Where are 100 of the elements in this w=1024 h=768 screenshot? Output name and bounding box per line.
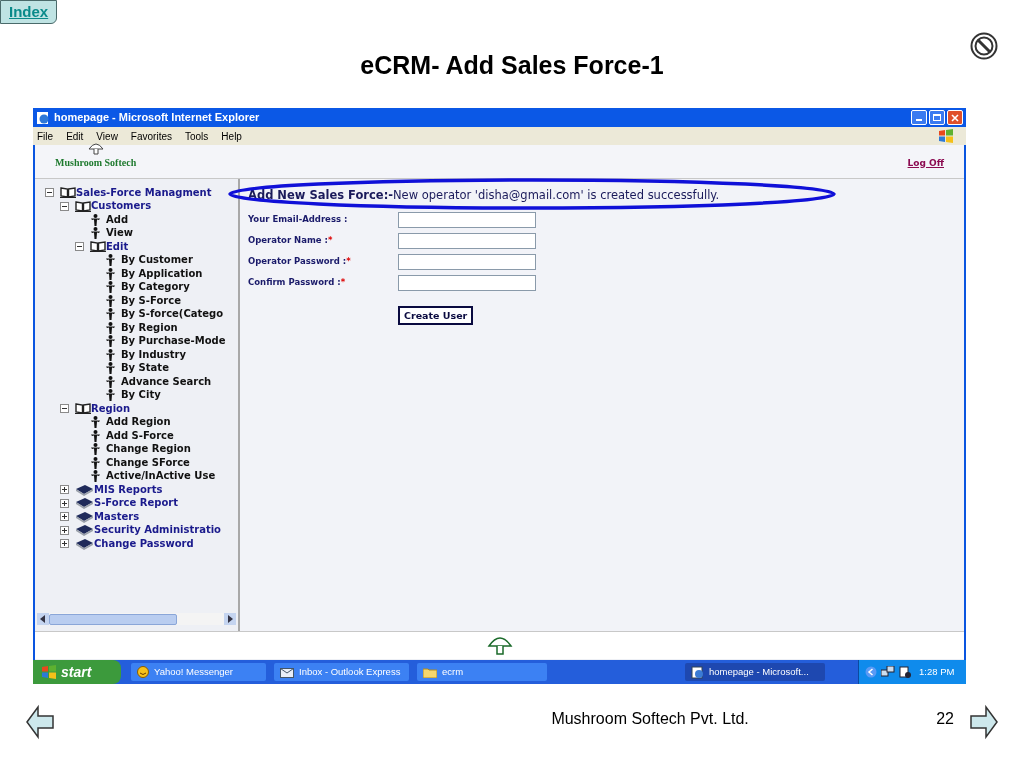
tray-arrow-icon[interactable] (865, 666, 877, 678)
tree-item[interactable]: Change SForce (106, 457, 190, 468)
scroll-right-icon[interactable] (227, 615, 233, 623)
close-button[interactable] (947, 110, 963, 125)
tree-item[interactable]: Advance Search (121, 376, 212, 387)
tree-item[interactable]: By Category (121, 282, 190, 293)
status-message: Add New Sales Force:-New operator 'disha@gmail.com' is created successfully. (248, 187, 720, 204)
envelope-icon (280, 666, 294, 678)
no-entry-icon[interactable] (970, 32, 998, 60)
person-icon (105, 362, 116, 375)
person-icon (105, 294, 116, 307)
field-label: Confirm Password :* (248, 276, 347, 290)
horizontal-scrollbar[interactable] (37, 613, 236, 625)
open-book-icon (75, 200, 91, 212)
field-label: Your Email-Address : (248, 213, 349, 227)
person-icon (90, 416, 101, 429)
tree-item[interactable]: By Customer (121, 255, 193, 266)
tree-item[interactable]: Change Region (106, 444, 191, 455)
tree-item[interactable]: By City (121, 390, 161, 401)
tree-item[interactable]: Add S-Force (106, 430, 174, 441)
tree-item[interactable]: By Industry (121, 349, 186, 360)
expand-icon[interactable] (60, 525, 69, 535)
tree-item[interactable]: Change Password (94, 538, 194, 549)
menu-item[interactable]: File (37, 128, 54, 144)
expand-icon[interactable] (60, 485, 69, 495)
taskbar-button[interactable]: ecrm (417, 663, 547, 681)
expand-icon[interactable] (60, 498, 69, 508)
tree-item[interactable]: Customers (91, 201, 152, 212)
tree-item[interactable]: Sales-Force Managment (76, 187, 212, 198)
collapse-icon[interactable] (60, 404, 69, 414)
window-title: homepage - Microsoft Internet Explorer (54, 110, 260, 126)
text-field[interactable] (398, 232, 536, 249)
minimize-button[interactable] (911, 110, 927, 125)
windows-logo-icon (41, 665, 57, 679)
log-off-link[interactable]: Log Off (907, 156, 944, 170)
taskbar-button[interactable]: Inbox - Outlook Express (274, 663, 409, 681)
book-icon (75, 483, 94, 496)
tree-item[interactable]: Edit (106, 241, 129, 252)
tree-item[interactable]: Security Administratio (94, 525, 221, 536)
forward-arrow-icon[interactable] (970, 704, 998, 740)
tree-item[interactable]: Add Region (106, 417, 171, 428)
clock: 1:28 PM (919, 664, 955, 679)
tree-item[interactable]: By Region (121, 322, 178, 333)
menu-item[interactable]: Favorites (130, 128, 172, 144)
tree-item[interactable]: Masters (94, 511, 140, 522)
menu-item[interactable]: View (96, 128, 118, 144)
tree-item[interactable]: MIS Reports (94, 484, 163, 495)
person-icon (105, 335, 116, 348)
folder-icon (423, 666, 437, 678)
tree-item[interactable]: By Application (121, 268, 203, 279)
tree-item[interactable]: By State (121, 363, 169, 374)
create-user-button[interactable]: Create User (398, 306, 474, 326)
person-icon (90, 456, 101, 469)
page-number: 22 (936, 709, 954, 729)
tree-item[interactable]: By S-Force (121, 295, 181, 306)
scrollbar-thumb[interactable] (49, 613, 177, 625)
menu-item[interactable]: Help (221, 128, 242, 144)
tree-item[interactable]: By Purchase-Mode (121, 336, 226, 347)
collapse-icon[interactable] (75, 242, 84, 252)
tree-item[interactable]: S-Force Report (94, 498, 178, 509)
person-icon (105, 348, 116, 361)
tree-item[interactable]: View (106, 228, 133, 239)
expand-icon[interactable] (60, 512, 69, 522)
mushroom-icon (486, 635, 513, 656)
tree-item[interactable]: Active/InActive Use (106, 471, 216, 482)
scroll-left-icon[interactable] (40, 615, 46, 623)
person-icon (105, 389, 116, 402)
tree-item[interactable]: Add (106, 214, 129, 225)
person-icon (90, 443, 101, 456)
footer-company: Mushroom Softech Pvt. Ltd. (551, 709, 749, 729)
document-icon[interactable] (899, 666, 911, 678)
smiley-icon (137, 666, 149, 678)
menu-item[interactable]: Tools (185, 128, 209, 144)
person-icon (90, 227, 101, 240)
menu-item[interactable]: Edit (66, 128, 84, 144)
expand-icon[interactable] (60, 539, 69, 549)
tree-item[interactable]: By S-force(Catego (121, 309, 224, 320)
open-book-icon (60, 187, 76, 199)
maximize-button[interactable] (929, 110, 945, 125)
taskbar-button[interactable]: Yahoo! Messenger (131, 663, 266, 681)
windows-logo-icon (938, 129, 954, 143)
tree-item[interactable]: Region (91, 403, 131, 414)
back-arrow-icon[interactable] (26, 704, 54, 740)
person-icon (105, 375, 116, 388)
close-icon (951, 113, 959, 122)
book-icon (75, 510, 94, 523)
person-icon (105, 321, 116, 334)
collapse-icon[interactable] (60, 201, 69, 211)
text-field[interactable] (398, 274, 536, 291)
network-icon[interactable] (881, 666, 895, 678)
collapse-icon[interactable] (45, 188, 54, 198)
text-field[interactable] (398, 253, 536, 270)
company-logo: Mushroom Softech (55, 156, 137, 170)
person-icon (90, 213, 101, 226)
person-icon (90, 429, 101, 442)
field-label: Operator Name :* (248, 234, 334, 248)
taskbar-button[interactable]: homepage - Microsoft... (685, 663, 825, 681)
browser-icon (36, 110, 50, 125)
text-field[interactable] (398, 211, 536, 228)
start-button[interactable]: start (33, 660, 121, 684)
